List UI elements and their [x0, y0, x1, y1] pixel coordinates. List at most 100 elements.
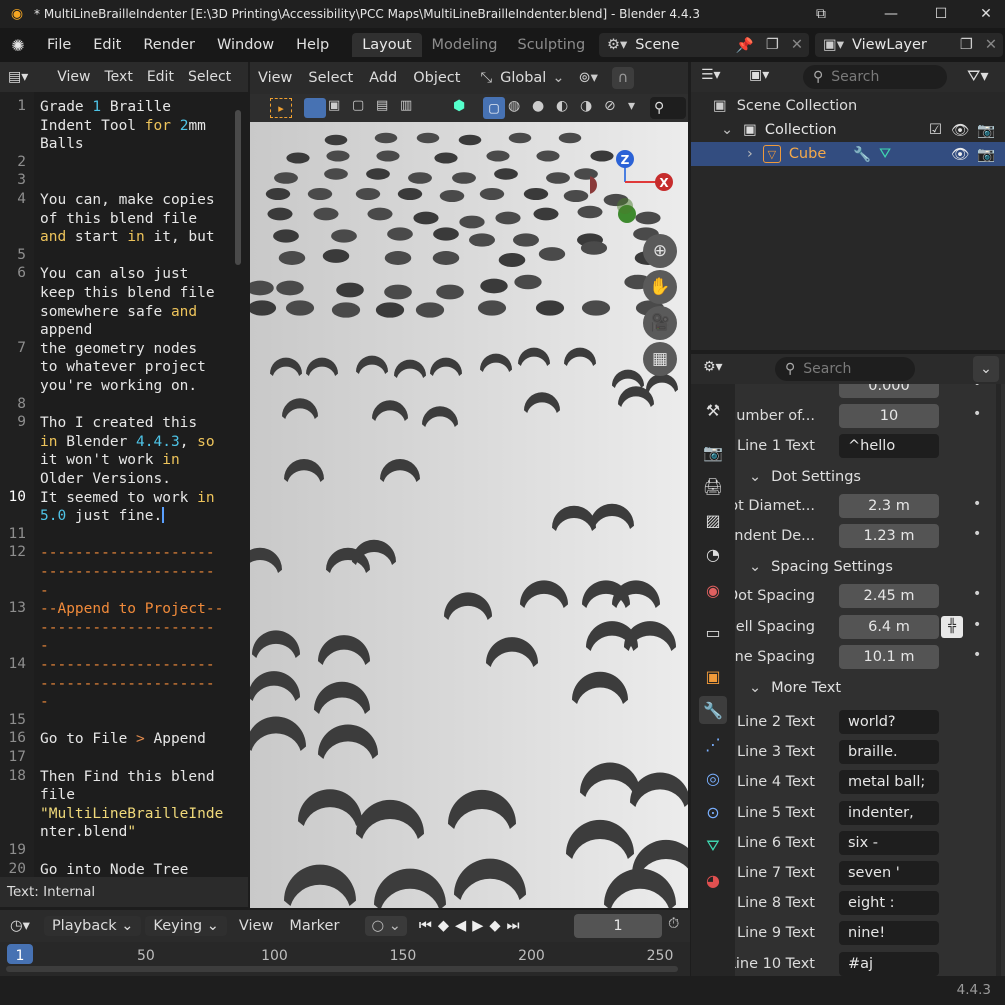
timeline-scrollbar[interactable] — [6, 966, 678, 972]
property-row[interactable]: Dot Diamet... 2.3 m • — [735, 492, 993, 522]
select-mode-extend-icon[interactable]: ▣ — [328, 98, 350, 118]
property-field[interactable]: indenter, — [839, 800, 939, 825]
orientation-dropdown[interactable]: Global — [492, 70, 552, 86]
navigation-gizmo[interactable]: Z X — [590, 142, 680, 232]
te-menu-text[interactable]: Text — [98, 69, 140, 85]
viewport-search-icon[interactable]: ⚲ — [650, 97, 686, 119]
maximize-button[interactable]: ☐ — [918, 0, 964, 28]
property-field[interactable]: world? — [839, 710, 939, 734]
workspace-tab-layout[interactable]: Layout — [352, 33, 422, 57]
view-layer-tab-icon[interactable]: ▨ — [699, 506, 727, 534]
constraints-tab-icon[interactable]: ⊙ — [699, 798, 727, 826]
solid-shading-icon[interactable]: ● — [532, 98, 544, 114]
property-row[interactable]: Line 5 Text indenter, — [735, 799, 993, 829]
overlay-icon[interactable]: ⊘ — [604, 98, 616, 114]
blender-menu-icon[interactable]: ✺ — [0, 36, 36, 55]
partial-value-field[interactable]: 0.000 — [839, 384, 939, 398]
pivot-icon[interactable]: ⊚▾ — [579, 70, 598, 86]
timeline-editor-type-icon[interactable]: ◷▾ — [10, 918, 30, 934]
timeline-view-menu[interactable]: View — [231, 918, 281, 934]
visibility-eye-icon[interactable]: 👁 — [951, 122, 969, 139]
property-field[interactable]: metal ball; — [839, 770, 939, 795]
pan-hand-icon[interactable]: ✋ — [643, 270, 677, 304]
menu-window[interactable]: Window — [206, 37, 285, 53]
property-field[interactable]: seven ' — [839, 861, 939, 885]
keyframe-dot-icon[interactable]: • — [973, 526, 981, 542]
properties-options-chevron-icon[interactable]: ⌄ — [973, 356, 999, 382]
view-layer-selector[interactable]: ▣▾ ViewLayer ❐ ✕ — [815, 33, 1003, 57]
remove-scene-icon[interactable]: ✕ — [785, 37, 809, 53]
te-menu-select[interactable]: Select — [181, 69, 238, 85]
te-menu-view[interactable]: View — [50, 69, 97, 85]
3d-viewport[interactable]: Z X ⊕ ✋ 🎥 ▦ — [250, 122, 688, 908]
snap-icon[interactable]: ∩ — [611, 67, 634, 89]
scene-selector[interactable]: ⚙▾ Scene 📌 ❐ ✕ — [599, 33, 809, 57]
window-share-icon[interactable]: ⧉ — [798, 0, 844, 28]
collection-tab-icon[interactable]: ▭ — [699, 618, 727, 646]
display-mode-icon[interactable]: ▣▾ — [749, 67, 769, 83]
scene-tab-icon[interactable]: ◔ — [699, 540, 727, 568]
property-row[interactable]: Line Spacing 10.1 m • — [735, 643, 993, 673]
zoom-icon[interactable]: ⊕ — [643, 234, 677, 268]
property-field[interactable]: 10.1 m — [839, 644, 939, 669]
mesh-data-icon[interactable]: ⛛ — [879, 146, 891, 162]
collapse-chevron-icon[interactable]: ⌄ — [721, 122, 733, 138]
object-tab-icon[interactable]: ▣ — [699, 662, 727, 690]
driver-icon[interactable]: ╬ — [941, 615, 963, 638]
cube-render-camera-icon[interactable]: 📷 — [977, 146, 995, 163]
keyframe-dot-icon[interactable]: • — [973, 384, 981, 392]
close-button[interactable]: ✕ — [963, 0, 1005, 28]
property-field[interactable]: nine! — [839, 921, 939, 946]
select-mode-intersect-icon[interactable]: ▥ — [400, 98, 422, 118]
outliner-row-collection[interactable]: ⌄ ▣ Collection ☑ 👁 📷 — [691, 118, 1005, 142]
select-mode-subtract-icon[interactable]: ▢ — [352, 98, 374, 118]
keyframe-dot-icon[interactable]: • — [973, 647, 981, 663]
exclude-checkbox-icon[interactable]: ☑ — [929, 122, 942, 138]
particles-tab-icon[interactable]: ⋰ — [699, 730, 727, 758]
keyframe-dot-icon[interactable]: • — [973, 406, 981, 422]
property-row[interactable]: Line 1 Text ^hello — [735, 432, 993, 462]
minimize-button[interactable]: — — [868, 0, 914, 28]
expand-chevron-icon[interactable]: › — [747, 146, 753, 162]
wireframe-shading-icon[interactable]: ◍ — [508, 98, 520, 114]
keyframe-dot-icon[interactable]: • — [973, 617, 981, 633]
property-field[interactable]: 10 — [839, 404, 939, 428]
xray-toggle-icon[interactable]: ▢ — [483, 97, 505, 119]
property-field[interactable]: ^hello — [839, 434, 939, 458]
modifier-wrench-icon[interactable]: 🔧 — [853, 146, 871, 163]
pin-icon[interactable]: 📌 — [730, 37, 760, 54]
code-text-area[interactable]: Grade 1 Braille Indent Tool for 2mm Balls Y… — [0, 92, 235, 877]
outliner-editor-type-icon[interactable]: ☰▾ — [701, 67, 721, 83]
property-row[interactable]: Line 10 Text #aj — [735, 950, 993, 976]
menu-file[interactable]: File — [36, 37, 82, 53]
select-mode-new-icon[interactable] — [304, 98, 326, 118]
te-menu-edit[interactable]: Edit — [140, 69, 181, 85]
current-frame-field[interactable]: 1 — [574, 914, 662, 938]
cube-visibility-eye-icon[interactable]: 👁 — [951, 146, 969, 163]
render-tab-icon[interactable]: 📷 — [699, 438, 727, 466]
properties-search-input[interactable]: ⚲ Search — [775, 357, 915, 381]
auto-keying-icon[interactable]: ○ ⌄ — [365, 916, 407, 936]
playback-menu[interactable]: Playback ⌄ — [43, 916, 142, 936]
filter-icon[interactable]: ⛛▾ — [967, 66, 988, 86]
workspace-tab-sculpting[interactable]: Sculpting — [507, 33, 595, 57]
property-row[interactable]: Indent De... 1.23 m • — [735, 522, 993, 552]
timeline-marker-menu[interactable]: Marker — [281, 918, 347, 934]
vp-menu-select[interactable]: Select — [300, 70, 361, 86]
keyframe-dot-icon[interactable]: • — [973, 496, 981, 512]
properties-scroll-track[interactable] — [996, 384, 1001, 976]
material-tab-icon[interactable]: ◕ — [699, 866, 727, 894]
property-field[interactable]: 1.23 m — [839, 524, 939, 549]
keyframe-dot-icon[interactable]: • — [973, 586, 981, 602]
property-field[interactable]: 2.3 m — [839, 494, 939, 518]
modifier-tab-icon[interactable]: 🔧 — [699, 696, 727, 724]
timer-icon[interactable]: ⏱ — [668, 916, 679, 932]
render-camera-icon[interactable]: 📷 — [977, 122, 995, 139]
panel-header[interactable]: ⌄ Spacing Settings — [735, 552, 993, 582]
select-box-tool-icon[interactable]: ▸ — [270, 98, 292, 118]
select-mode-invert-icon[interactable]: ▤ — [376, 98, 398, 118]
property-row[interactable]: Line 8 Text eight : — [735, 889, 993, 919]
partial-value-row[interactable]: 0.000 • — [735, 384, 993, 402]
menu-help[interactable]: Help — [285, 37, 340, 53]
text-editor-scrollbar[interactable] — [235, 110, 241, 265]
